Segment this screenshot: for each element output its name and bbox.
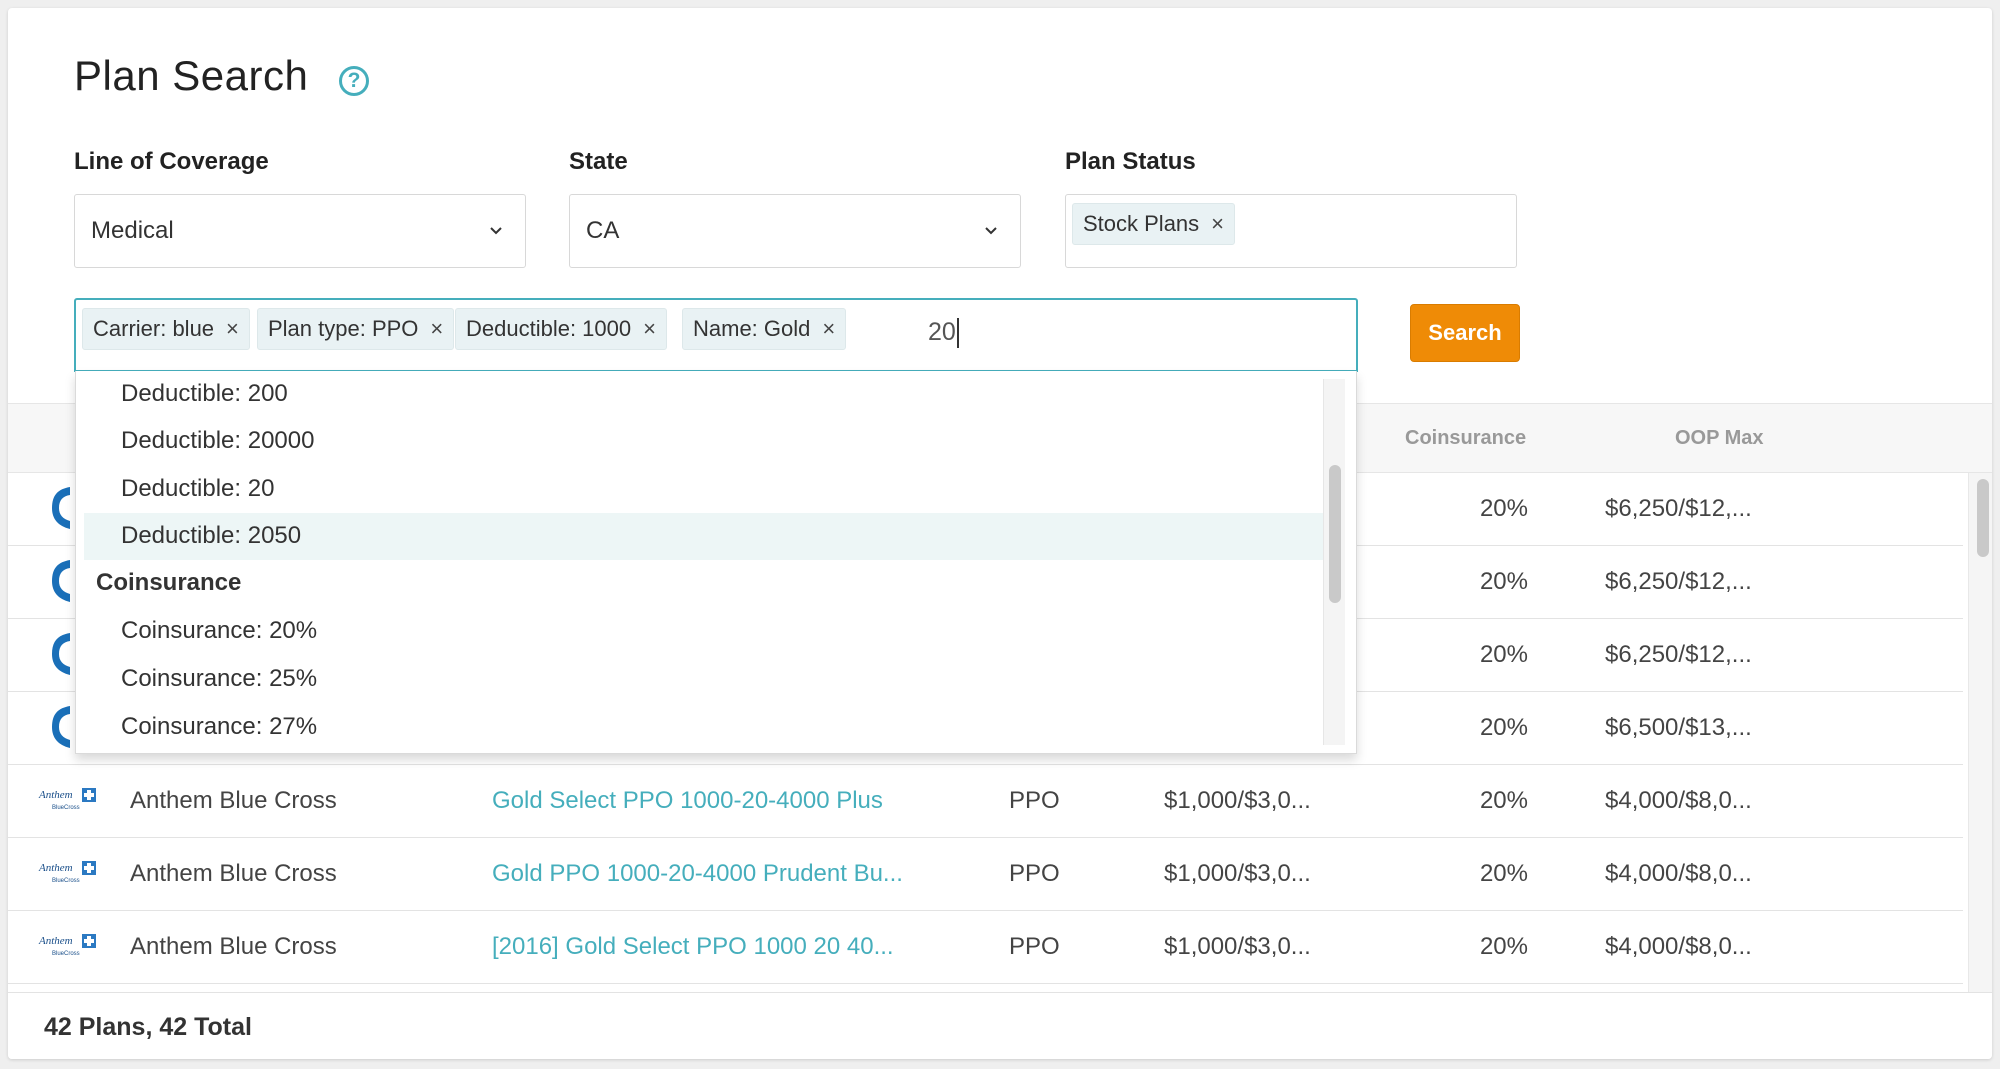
plan-name-link[interactable]: Gold Select PPO 1000-20-4000 Plus (492, 787, 883, 815)
table-row[interactable]: Anthem BlueCross Anthem Blue Cross Gold … (8, 765, 1963, 838)
plan-count: 42 Plans, 42 Total (44, 1013, 252, 1041)
anthem-logo: Anthem BlueCross (38, 788, 96, 811)
oop-max-cell: $6,250/$12,... (1605, 495, 1752, 522)
table-row[interactable]: Anthem BlueCross Anthem Blue Cross Gold … (8, 838, 1963, 911)
state-label: State (569, 148, 628, 175)
state-select[interactable]: CA (569, 194, 1021, 268)
filter-chip: Deductible: 1000 × (455, 308, 667, 350)
carrier-cell: Anthem Blue Cross (130, 860, 337, 887)
chevron-down-icon (490, 227, 502, 235)
filter-chip-label: Carrier: blue (93, 316, 215, 341)
remove-chip-icon[interactable]: × (643, 316, 656, 341)
coinsurance-cell: 20% (1479, 933, 1528, 960)
table-scrollbar-thumb[interactable] (1977, 479, 1989, 557)
oop-max-cell: $6,500/$13,... (1605, 714, 1752, 741)
coverage-select[interactable]: Medical (74, 194, 526, 268)
carrier-cell: Anthem Blue Cross (130, 933, 337, 960)
coinsurance-cell: 20% (1479, 787, 1528, 814)
svg-text:BlueCross: BlueCross (52, 951, 80, 957)
plan-type-cell: PPO (1009, 860, 1060, 887)
filter-chip-label: Plan type: PPO (268, 316, 419, 341)
oop-max-cell: $4,000/$8,0... (1605, 933, 1752, 960)
remove-chip-icon[interactable]: × (226, 316, 239, 341)
autocomplete-dropdown: Deductible: 200 Deductible: 20000 Deduct… (75, 371, 1357, 754)
filter-chip: Carrier: blue × (82, 308, 250, 350)
deductible-cell: $1,000/$3,0... (1164, 787, 1311, 814)
remove-chip-icon[interactable]: × (822, 316, 835, 341)
search-filter-input[interactable]: Carrier: blue × Plan type: PPO × Deductibl… (74, 298, 1358, 372)
coverage-label: Line of Coverage (74, 148, 269, 175)
bcbs-shield-icon (52, 560, 70, 602)
filter-chip-label: Name: Gold (693, 316, 811, 341)
plan-status-label: Plan Status (1065, 148, 1196, 175)
oop-max-cell: $4,000/$8,0... (1605, 860, 1752, 887)
coinsurance-cell: 20% (1479, 714, 1528, 741)
dropdown-scrollbar[interactable] (1323, 379, 1345, 745)
deductible-cell: $1,000/$3,0... (1164, 860, 1311, 887)
dropdown-option[interactable]: Coinsurance: 20% (76, 608, 1323, 655)
oop-max-cell: $4,000/$8,0... (1605, 787, 1752, 814)
search-button[interactable]: Search (1410, 304, 1520, 362)
filter-chip: Plan type: PPO × (257, 308, 455, 350)
status-chip: Stock Plans × (1072, 203, 1236, 245)
oop-max-cell: $6,250/$12,... (1605, 641, 1752, 668)
bcbs-shield-icon (52, 706, 70, 748)
dropdown-scrollbar-thumb[interactable] (1329, 465, 1341, 603)
svg-text:Anthem: Anthem (38, 862, 73, 874)
carrier-cell: Anthem Blue Cross (130, 787, 337, 814)
plan-type-cell: PPO (1009, 787, 1060, 814)
text-caret (956, 318, 959, 349)
chevron-down-icon (985, 227, 997, 235)
oop-max-cell: $6,250/$12,... (1605, 568, 1752, 595)
dropdown-option[interactable]: Deductible: 200 (76, 371, 1323, 418)
table-row[interactable]: Anthem BlueCross Anthem Blue Cross [2016… (8, 911, 1963, 984)
coinsurance-cell: 20% (1479, 641, 1528, 668)
svg-text:BlueCross: BlueCross (52, 878, 80, 884)
svg-text:BlueCross: BlueCross (52, 805, 80, 811)
dropdown-option[interactable]: Coinsurance: 27% (76, 704, 1323, 751)
plan-name-link[interactable]: [2016] Gold Select PPO 1000 20 40... (492, 933, 894, 961)
anthem-logo: Anthem BlueCross (38, 861, 96, 884)
search-typed-text[interactable]: 20 (928, 318, 959, 349)
page-title: Plan Search (74, 52, 309, 99)
svg-text:Anthem: Anthem (38, 935, 73, 947)
plan-status-select[interactable]: Stock Plans × (1065, 194, 1517, 268)
dropdown-option-highlighted[interactable]: Deductible: 2050 (84, 513, 1323, 560)
coverage-value: Medical (91, 217, 174, 244)
dropdown-option[interactable]: Deductible: 20000 (76, 418, 1323, 465)
remove-chip-icon[interactable]: × (430, 316, 443, 341)
dropdown-option[interactable]: Coinsurance: 25% (76, 656, 1323, 703)
status-chip-label: Stock Plans (1083, 211, 1200, 236)
dropdown-group-label: Coinsurance (96, 569, 242, 596)
column-coinsurance[interactable]: Coinsurance (1405, 427, 1526, 450)
table-scrollbar[interactable] (1968, 473, 1992, 993)
help-icon[interactable]: ? (339, 66, 369, 96)
plan-type-cell: PPO (1009, 933, 1060, 960)
dropdown-option[interactable]: Deductible: 20 (76, 466, 1323, 513)
deductible-cell: $1,000/$3,0... (1164, 933, 1311, 960)
remove-chip-icon[interactable]: × (1211, 211, 1224, 236)
bcbs-shield-icon (52, 633, 70, 675)
coinsurance-cell: 20% (1479, 568, 1528, 595)
table-footer: 42 Plans, 42 Total (8, 992, 1992, 1059)
state-value: CA (586, 217, 620, 244)
svg-text:Anthem: Anthem (38, 789, 73, 801)
filter-chip: Name: Gold × (682, 308, 847, 350)
plan-search-card: Plan Search ? Line of Coverage Medical S… (8, 8, 1992, 1059)
plan-name-link[interactable]: Gold PPO 1000-20-4000 Prudent Bu... (492, 860, 903, 888)
bcbs-shield-icon (52, 487, 70, 529)
filter-chip-label: Deductible: 1000 (466, 316, 632, 341)
anthem-logo: Anthem BlueCross (38, 934, 96, 957)
coinsurance-cell: 20% (1479, 860, 1528, 887)
coinsurance-cell: 20% (1479, 495, 1528, 522)
column-oop-max[interactable]: OOP Max (1675, 427, 1764, 450)
